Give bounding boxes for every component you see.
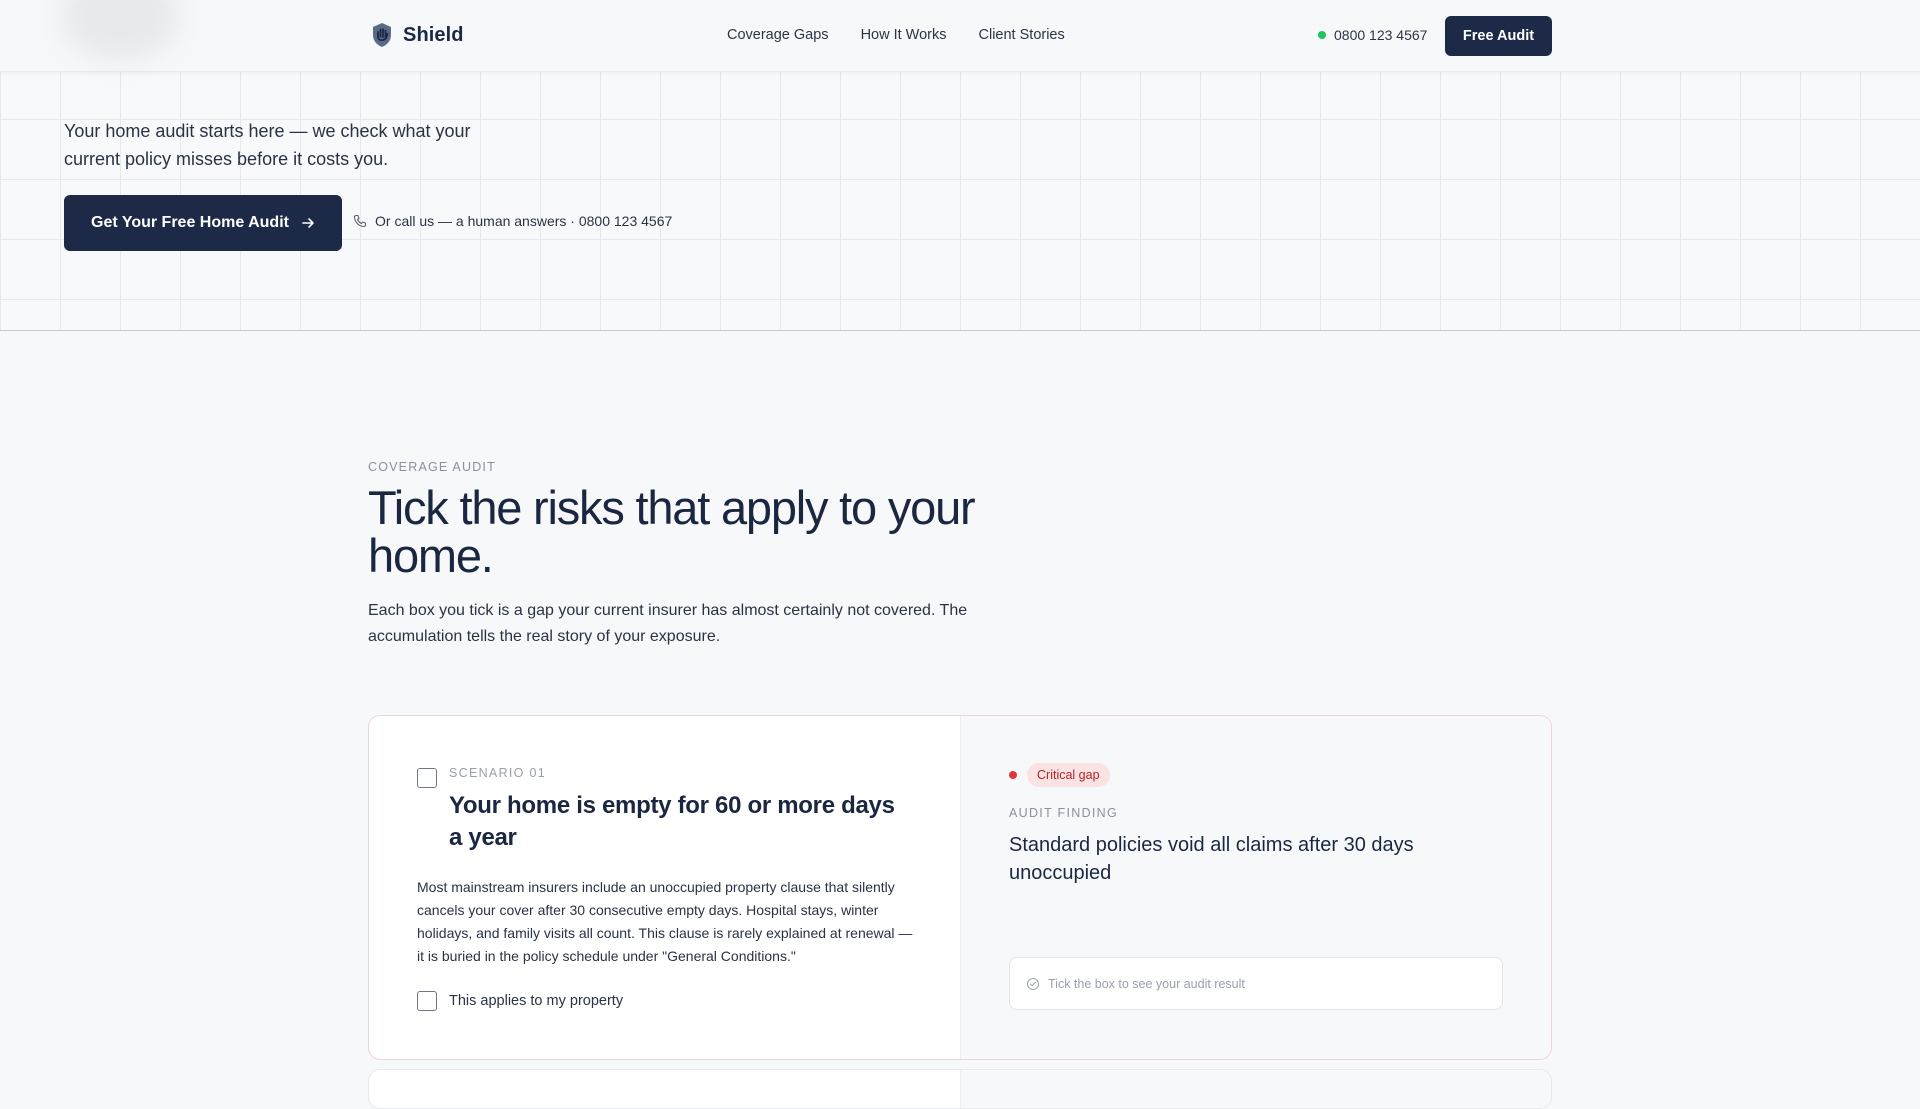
scenario-title: Your home is empty for 60 or more days a… — [449, 792, 895, 851]
blurred-decoration — [60, 0, 180, 60]
get-free-audit-button[interactable]: Get Your Free Home Audit — [64, 195, 342, 251]
brand-logo[interactable]: Shield — [371, 22, 464, 48]
severity-row: Critical gap — [1009, 763, 1110, 787]
nav-link-client-stories[interactable]: Client Stories — [979, 27, 1065, 43]
header-phone[interactable]: 0800 123 4567 — [1318, 27, 1427, 43]
scenario-body: Most mainstream insurers include an unoc… — [417, 879, 913, 964]
audit-finding-text: Standard policies void all claims after … — [1009, 834, 1414, 884]
next-scenario-left — [369, 1070, 961, 1108]
arrow-right-icon — [302, 218, 314, 228]
critical-gap-badge: Critical gap — [1027, 763, 1110, 787]
shield-hand-icon — [373, 23, 391, 47]
phone-icon — [353, 214, 367, 228]
applies-checkbox[interactable] — [417, 991, 437, 1011]
call-us-link[interactable]: Or call us — a human answers · 0800 123 … — [353, 213, 672, 229]
critical-dot — [1009, 771, 1017, 779]
nav-link-coverage-gaps[interactable]: Coverage Gaps — [727, 27, 829, 43]
next-scenario-card — [368, 1069, 1552, 1109]
nav-link-how-it-works[interactable]: How It Works — [861, 27, 947, 43]
scenario-card: SCENARIO 01 Your home is empty for 60 or… — [368, 715, 1552, 1060]
main-nav: Coverage Gaps How It Works Client Storie… — [727, 27, 1065, 43]
scenario-checkbox[interactable] — [417, 768, 437, 788]
section-title: Tick the risks that apply to your home. — [368, 481, 976, 582]
check-circle-icon — [1026, 977, 1040, 990]
site-header: Shield Coverage Gaps How It Works Client… — [0, 0, 1920, 72]
audit-finding-panel: Critical gap AUDIT FINDING Standard poli… — [961, 716, 1551, 1059]
online-status-dot — [1318, 31, 1326, 39]
audit-result-placeholder: Tick the box to see your audit result — [1048, 976, 1245, 991]
hero-text: Your home audit starts here — we check w… — [64, 121, 471, 169]
brand-name: Shield — [403, 23, 464, 46]
call-us-text: Or call us — a human answers · 0800 123 … — [375, 213, 673, 229]
header-phone-number: 0800 123 4567 — [1334, 27, 1428, 43]
hero-section: Your home audit starts here — we check w… — [0, 72, 1920, 331]
get-free-audit-label: Get Your Free Home Audit — [91, 214, 289, 231]
section-description: Each box you tick is a gap your current … — [368, 602, 968, 645]
audit-result-box: Tick the box to see your audit result — [1009, 957, 1503, 1010]
scenario-number: SCENARIO 01 — [449, 766, 546, 780]
audit-finding-label: AUDIT FINDING — [1009, 806, 1119, 820]
applies-label[interactable]: This applies to my property — [449, 993, 623, 1009]
free-audit-button[interactable]: Free Audit — [1445, 16, 1552, 56]
next-scenario-right — [961, 1070, 1551, 1108]
scenario-details: SCENARIO 01 Your home is empty for 60 or… — [369, 716, 961, 1059]
section-eyebrow: COVERAGE AUDIT — [368, 460, 496, 474]
